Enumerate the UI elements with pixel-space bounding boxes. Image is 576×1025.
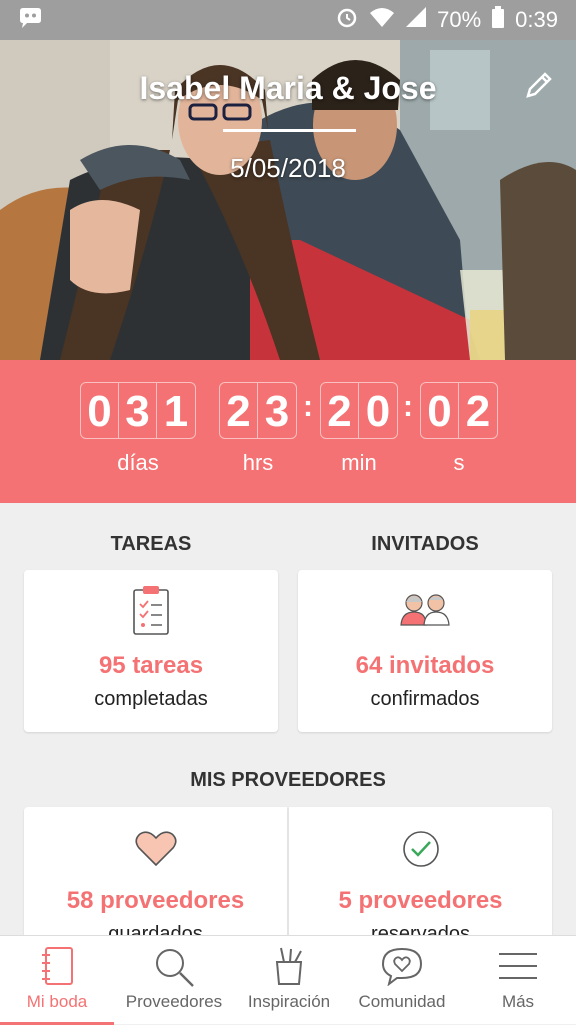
guests-icon	[298, 590, 552, 626]
nav-comunidad[interactable]: Comunidad	[344, 936, 460, 1025]
countdown-minutes-label: min	[341, 450, 377, 475]
status-left	[18, 7, 44, 34]
status-right: 70% 0:39	[335, 5, 558, 35]
saved-providers-count: 58 proveedores	[66, 887, 245, 914]
countdown-seconds-label: s	[453, 450, 465, 475]
nav-label: Mi boda	[26, 992, 88, 1011]
nav-mas[interactable]: Más	[460, 936, 576, 1025]
guests-section-title: INVITADOS	[371, 533, 479, 555]
chat-heart-icon	[344, 946, 460, 986]
wifi-icon	[369, 6, 395, 34]
countdown-seconds: 0 2	[420, 382, 498, 439]
countdown-separator: :	[403, 390, 413, 423]
edit-icon[interactable]	[524, 70, 554, 100]
nav-label: Proveedores	[125, 992, 223, 1011]
countdown-days-label: días	[117, 450, 159, 475]
couple-names: Isabel Maria & Jose	[139, 70, 437, 106]
notification-icon	[18, 7, 44, 34]
tasks-label: completadas	[94, 688, 208, 710]
saved-providers-card[interactable]: 58 proveedores guardados	[24, 807, 287, 947]
tasks-section-title: TAREAS	[110, 533, 192, 555]
countdown-digit: 3	[264, 386, 290, 436]
nav-proveedores[interactable]: Proveedores	[114, 936, 234, 1025]
booked-providers-count: 5 proveedores	[338, 887, 503, 914]
tasks-count: 95 tareas	[98, 652, 204, 679]
wedding-countdown: 0 3 1 2 3 : 2 0 : 0 2 días hrs min s	[0, 360, 576, 503]
countdown-hours: 2 3	[219, 382, 297, 439]
tasks-card[interactable]: 95 tareas completadas	[24, 570, 278, 732]
title-divider	[223, 129, 356, 132]
nav-label: Comunidad	[358, 992, 446, 1011]
booked-providers-card[interactable]: 5 proveedores reservados	[289, 807, 552, 947]
status-bar: 70% 0:39	[0, 0, 576, 40]
countdown-digit: 2	[465, 386, 491, 436]
menu-icon	[460, 946, 576, 986]
countdown-minutes: 2 0	[320, 382, 398, 439]
couple-photo-header[interactable]: Isabel Maria & Jose 5/05/2018	[0, 40, 576, 360]
countdown-separator: :	[303, 390, 313, 423]
nav-label: Más	[501, 992, 535, 1011]
battery-icon	[491, 5, 505, 35]
clipboard-icon	[24, 584, 278, 636]
countdown-hours-label: hrs	[242, 450, 274, 475]
countdown-digit: 0	[365, 386, 391, 436]
heart-icon	[24, 831, 287, 867]
countdown-digit: 3	[119, 383, 157, 438]
countdown-digit: 0	[421, 383, 459, 438]
alarm-icon	[335, 5, 359, 35]
countdown-digit: 2	[321, 383, 359, 438]
battery-percent: 70%	[437, 7, 482, 32]
pencil-cup-icon	[234, 946, 344, 986]
guests-card[interactable]: 64 invitados confirmados	[298, 570, 552, 732]
guests-label: confirmados	[370, 688, 480, 710]
signal-icon	[405, 6, 427, 34]
nav-inspiracion[interactable]: Inspiración	[234, 936, 344, 1025]
nav-mi-boda[interactable]: Mi boda	[0, 936, 114, 1025]
checkmark-circle-icon	[289, 829, 552, 869]
countdown-days: 0 3 1	[80, 382, 196, 439]
search-icon	[114, 946, 234, 988]
bottom-navigation: Mi boda Proveedores Inspiración Comunida…	[0, 935, 576, 1025]
countdown-digit: 2	[220, 383, 258, 438]
wedding-date: 5/05/2018	[230, 153, 346, 183]
clock: 0:39	[515, 7, 558, 32]
countdown-digit: 1	[163, 386, 189, 436]
nav-label: Inspiración	[247, 992, 331, 1011]
providers-section-title: MIS PROVEEDORES	[190, 769, 386, 791]
countdown-digit: 0	[81, 383, 119, 438]
guests-count: 64 invitados	[355, 652, 495, 679]
notebook-icon	[0, 946, 114, 986]
